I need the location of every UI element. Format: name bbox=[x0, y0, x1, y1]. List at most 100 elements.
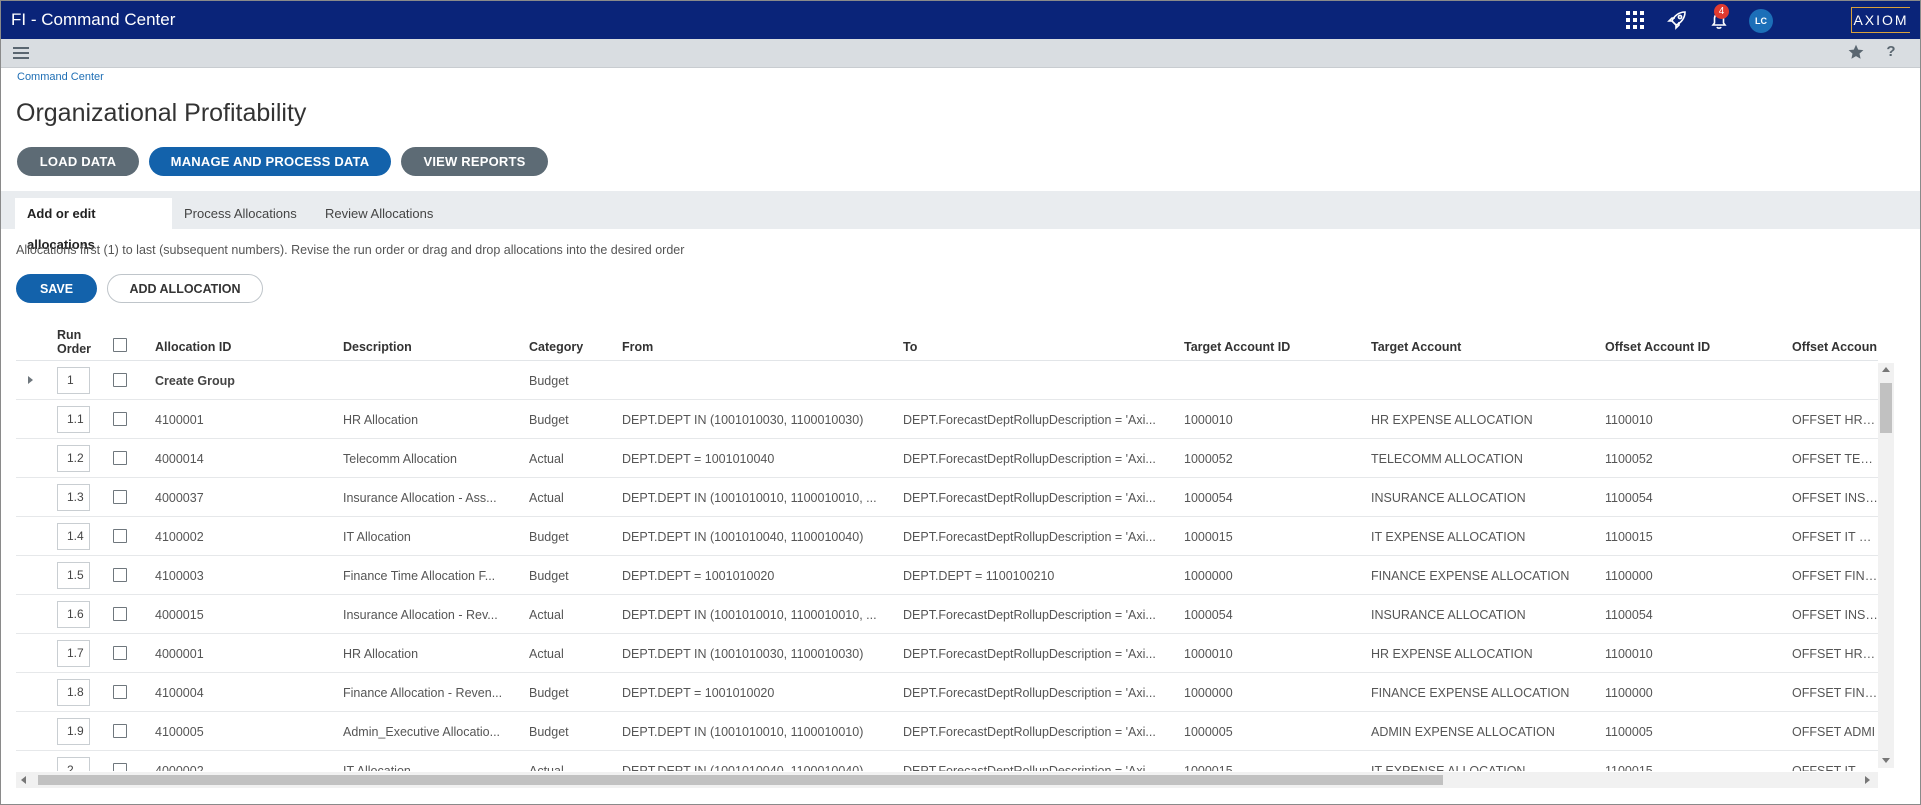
table-row[interactable]: 1.3 4000037 Insurance Allocation - Ass... A… bbox=[16, 478, 1878, 517]
run-order-input[interactable]: 1.4 bbox=[57, 523, 90, 550]
scroll-up-arrow-icon[interactable] bbox=[1882, 367, 1890, 372]
run-order-input[interactable]: 2 bbox=[57, 757, 90, 771]
run-order-input[interactable]: 1.2 bbox=[57, 445, 90, 472]
row-checkbox[interactable] bbox=[113, 412, 127, 426]
run-order-input[interactable]: 1.3 bbox=[57, 484, 90, 511]
cell-target-account-id: 1000015 bbox=[1184, 764, 1233, 771]
header-to[interactable]: To bbox=[903, 340, 917, 354]
cell-offset-account-id: 1100000 bbox=[1605, 686, 1653, 700]
cell-target-account: INSURANCE ALLOCATION bbox=[1371, 491, 1526, 505]
group-row[interactable]: 1 Create Group Budget bbox=[16, 361, 1878, 400]
expand-caret-icon[interactable] bbox=[28, 376, 33, 384]
horizontal-scrollbar[interactable] bbox=[16, 772, 1878, 788]
cell-offset-account-id: 1100015 bbox=[1605, 530, 1653, 544]
table-row[interactable]: 1.8 4100004 Finance Allocation - Reven... B… bbox=[16, 673, 1878, 712]
table-row[interactable]: 1.2 4000014 Telecomm Allocation Actual DEPT.… bbox=[16, 439, 1878, 478]
table-row[interactable]: 1.6 4000015 Insurance Allocation - Rev... A… bbox=[16, 595, 1878, 634]
rocket-icon[interactable] bbox=[1665, 8, 1689, 32]
row-checkbox[interactable] bbox=[113, 646, 127, 660]
cell-allocation-id: Create Group bbox=[155, 374, 235, 388]
run-order-input[interactable]: 1.9 bbox=[57, 718, 90, 745]
run-order-input[interactable]: 1.6 bbox=[57, 601, 90, 628]
select-all-checkbox[interactable] bbox=[113, 338, 127, 352]
row-checkbox[interactable] bbox=[113, 724, 127, 738]
cell-offset-account-id: 1100052 bbox=[1605, 452, 1653, 466]
avatar[interactable]: LC bbox=[1749, 9, 1773, 33]
cell-allocation-id: 4100002 bbox=[155, 530, 204, 544]
horizontal-scroll-thumb[interactable] bbox=[38, 775, 1443, 785]
cell-target-account-id: 1000010 bbox=[1184, 647, 1233, 661]
run-order-input[interactable]: 1.5 bbox=[57, 562, 90, 589]
header-allocation-id[interactable]: Allocation ID bbox=[155, 340, 231, 354]
help-icon[interactable]: ? bbox=[1884, 43, 1898, 61]
cell-target-account-id: 1000000 bbox=[1184, 569, 1233, 583]
cell-to: DEPT.ForecastDeptRollupDescription = 'Ax… bbox=[903, 686, 1156, 700]
notification-badge: 4 bbox=[1714, 4, 1729, 19]
header-target-account-id[interactable]: Target Account ID bbox=[1184, 340, 1290, 354]
row-checkbox[interactable] bbox=[113, 685, 127, 699]
cell-offset-account: OFFSET HR EX bbox=[1792, 647, 1878, 661]
breadcrumb[interactable]: Command Center bbox=[17, 71, 104, 83]
run-order-input[interactable]: 1.8 bbox=[57, 679, 90, 706]
vertical-scrollbar[interactable] bbox=[1878, 363, 1894, 768]
cell-to: DEPT.ForecastDeptRollupDescription = 'Ax… bbox=[903, 491, 1156, 505]
row-checkbox[interactable] bbox=[113, 373, 127, 387]
run-order-input[interactable]: 1.7 bbox=[57, 640, 90, 667]
table-row[interactable]: 1.5 4100003 Finance Time Allocation F... Bu… bbox=[16, 556, 1878, 595]
row-checkbox[interactable] bbox=[113, 529, 127, 543]
save-button[interactable]: SAVE bbox=[16, 274, 97, 303]
cell-target-account: INSURANCE ALLOCATION bbox=[1371, 608, 1526, 622]
row-checkbox[interactable] bbox=[113, 607, 127, 621]
cell-target-account-id: 1000000 bbox=[1184, 686, 1233, 700]
row-checkbox[interactable] bbox=[113, 490, 127, 504]
cell-category: Actual bbox=[529, 647, 564, 661]
run-order-input[interactable]: 1.1 bbox=[57, 406, 90, 433]
cell-offset-account: OFFSET FINAN bbox=[1792, 686, 1878, 700]
table-row[interactable]: 1.7 4000001 HR Allocation Actual DEPT.DEPT I… bbox=[16, 634, 1878, 673]
header-offset-account-id[interactable]: Offset Account ID bbox=[1605, 340, 1710, 354]
header-from[interactable]: From bbox=[622, 340, 653, 354]
run-order-input[interactable]: 1 bbox=[57, 367, 90, 394]
cell-offset-account-id: 1100010 bbox=[1605, 413, 1653, 427]
vertical-scroll-thumb[interactable] bbox=[1880, 383, 1892, 433]
table-row[interactable]: 1.4 4100002 IT Allocation Budget DEPT.DEPT I… bbox=[16, 517, 1878, 556]
cell-target-account: FINANCE EXPENSE ALLOCATION bbox=[1371, 569, 1570, 583]
cell-from: DEPT.DEPT IN (1001010030, 1100010030) bbox=[622, 413, 864, 427]
manage-and-process-data-button[interactable]: MANAGE AND PROCESS DATA bbox=[149, 147, 391, 176]
cell-target-account-id: 1000052 bbox=[1184, 452, 1233, 466]
scroll-left-arrow-icon[interactable] bbox=[21, 776, 26, 784]
cell-allocation-id: 4100004 bbox=[155, 686, 204, 700]
scroll-down-arrow-icon[interactable] bbox=[1882, 758, 1890, 763]
menu-icon[interactable] bbox=[13, 45, 29, 61]
load-data-button[interactable]: LOAD DATA bbox=[17, 147, 139, 176]
table-row[interactable]: 1.9 4100005 Admin_Executive Allocatio... Bu… bbox=[16, 712, 1878, 751]
add-allocation-button[interactable]: ADD ALLOCATION bbox=[107, 274, 263, 303]
table-row[interactable]: 1.1 4100001 HR Allocation Budget DEPT.DEPT I… bbox=[16, 400, 1878, 439]
tab-review-allocations[interactable]: Review Allocations bbox=[313, 198, 445, 229]
tab-process-allocations[interactable]: Process Allocations bbox=[172, 198, 309, 229]
cell-category: Budget bbox=[529, 530, 569, 544]
cell-target-account: TELECOMM ALLOCATION bbox=[1371, 452, 1523, 466]
cell-target-account: HR EXPENSE ALLOCATION bbox=[1371, 647, 1533, 661]
cell-to: DEPT.ForecastDeptRollupDescription = 'Ax… bbox=[903, 647, 1156, 661]
cell-offset-account-id: 1100054 bbox=[1605, 491, 1653, 505]
scroll-right-arrow-icon[interactable] bbox=[1865, 776, 1870, 784]
cell-category: Budget bbox=[529, 374, 569, 388]
row-checkbox[interactable] bbox=[113, 451, 127, 465]
header-target-account[interactable]: Target Account bbox=[1371, 340, 1461, 354]
cell-to: DEPT.DEPT = 1100100210 bbox=[903, 569, 1055, 583]
cell-target-account: FINANCE EXPENSE ALLOCATION bbox=[1371, 686, 1570, 700]
tab-add-or-edit-allocations[interactable]: Add or edit allocations bbox=[15, 198, 172, 252]
cell-description: Insurance Allocation - Rev... bbox=[343, 608, 498, 622]
instructions-text: Allocations first (1) to last (subsequen… bbox=[16, 243, 685, 257]
table-row[interactable]: 2 4000002 IT Allocation Actual DEPT.DEPT IN … bbox=[16, 751, 1878, 771]
view-reports-button[interactable]: VIEW REPORTS bbox=[401, 147, 548, 176]
header-offset-account[interactable]: Offset Accoun bbox=[1792, 340, 1877, 354]
header-category[interactable]: Category bbox=[529, 340, 583, 354]
cell-description: IT Allocation bbox=[343, 530, 411, 544]
row-checkbox[interactable] bbox=[113, 568, 127, 582]
header-description[interactable]: Description bbox=[343, 340, 412, 354]
row-checkbox[interactable] bbox=[113, 763, 127, 771]
star-icon[interactable] bbox=[1848, 44, 1866, 62]
apps-grid-icon[interactable] bbox=[1623, 8, 1647, 32]
